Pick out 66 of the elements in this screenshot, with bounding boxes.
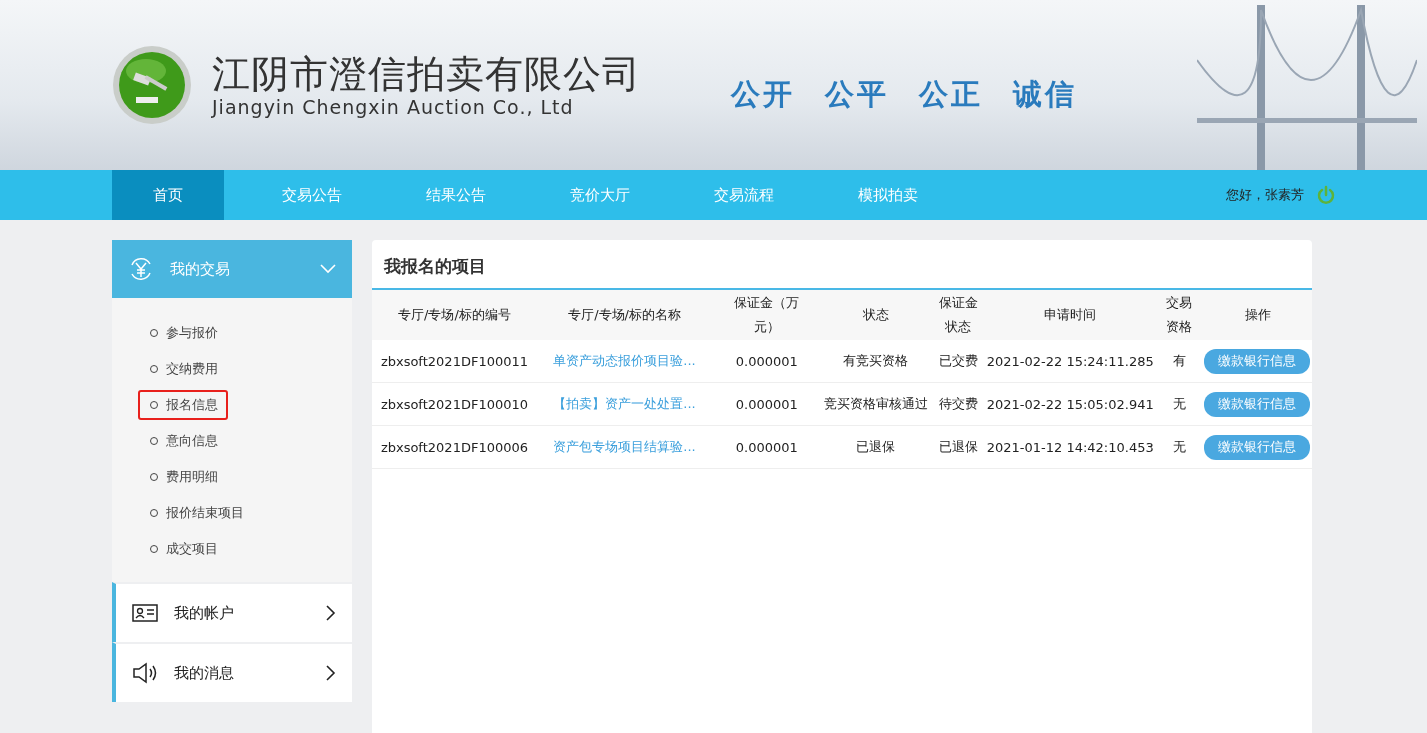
slogan-word: 公正 [919, 76, 983, 113]
chevron-right-icon [326, 665, 336, 681]
slogan-word: 公开 [731, 76, 795, 113]
sidebar-link[interactable]: 意向信息 [138, 426, 228, 456]
sidebar-section-title: 我的消息 [174, 663, 235, 683]
nav-tab[interactable]: 交易流程 [688, 170, 800, 220]
table-cell: 0.000001 [712, 382, 822, 426]
sidebar-section-title: 我的帐户 [174, 603, 235, 623]
table-cell: 已交费 [930, 340, 986, 383]
yen-icon [128, 256, 154, 282]
table-cell: 2021-02-22 15:24:11.285 [985, 340, 1155, 383]
column-header: 交易资格 [1154, 290, 1204, 340]
chevron-right-icon [326, 605, 336, 621]
table-cell: 2021-01-12 14:42:10.453 [985, 425, 1155, 469]
column-header: 申请时间 [985, 290, 1155, 340]
nav-tab[interactable]: 竞价大厅 [544, 170, 656, 220]
bank-info-button[interactable]: 缴款银行信息 [1204, 348, 1310, 374]
nav-tab[interactable]: 交易公告 [256, 170, 368, 220]
table-cell: zbxsoft2021DF100010 [372, 382, 537, 426]
table-cell: 无 [1154, 382, 1204, 426]
project-link[interactable]: 单资产动态报价项目验... [536, 340, 713, 383]
table-cell: 0.000001 [712, 425, 822, 469]
table-cell: zbxsoft2021DF100011 [372, 340, 537, 383]
nav-tab[interactable]: 首页 [112, 170, 224, 220]
column-header: 状态 [821, 290, 931, 340]
power-icon[interactable] [1316, 185, 1336, 205]
project-link[interactable]: 【拍卖】资产一处处置... [536, 382, 713, 426]
project-link[interactable]: 资产包专场项目结算验... [536, 425, 713, 469]
nav-tab[interactable]: 结果公告 [400, 170, 512, 220]
sidebar-link[interactable]: 报名信息 [138, 390, 228, 420]
column-header: 保证金（万元） [712, 290, 822, 340]
sidebar-section-header[interactable]: 我的帐户 [112, 582, 352, 642]
sidebar-link[interactable]: 参与报价 [138, 318, 228, 348]
chevron-down-icon [320, 264, 336, 274]
sidebar-link[interactable]: 交纳费用 [138, 354, 228, 384]
column-header: 专厅/专场/标的编号 [372, 290, 537, 340]
column-header: 操作 [1204, 290, 1312, 340]
bank-info-button[interactable]: 缴款银行信息 [1204, 434, 1310, 460]
id-card-icon [132, 603, 158, 623]
nav-tab[interactable]: 模拟拍卖 [832, 170, 944, 220]
bank-info-button[interactable]: 缴款银行信息 [1204, 391, 1310, 417]
column-header: 专厅/专场/标的名称 [536, 290, 713, 340]
company-name-english: Jiangyin Chengxin Auction Co., Ltd [212, 96, 575, 118]
company-name: 江阴市澄信拍卖有限公司 [212, 52, 641, 96]
slogan-word: 公平 [825, 76, 889, 113]
table-cell: 已退保 [930, 425, 986, 469]
slogan-word: 诚信 [1013, 76, 1077, 113]
table-cell: 无 [1154, 425, 1204, 469]
sidebar-section-title: 我的交易 [170, 259, 231, 279]
gavel-logo-icon [112, 45, 192, 125]
table-cell: zbxsoft2021DF100006 [372, 425, 537, 469]
sidebar-link[interactable]: 成交项目 [138, 534, 228, 564]
table-cell: 待交费 [930, 382, 986, 426]
user-greeting: 您好，张素芳 [1226, 186, 1304, 204]
sidebar-section-header[interactable]: 我的消息 [112, 642, 352, 702]
table-cell: 0.000001 [712, 340, 822, 383]
column-header: 保证金状态 [930, 290, 986, 340]
sidebar-link[interactable]: 费用明细 [138, 462, 228, 492]
table-cell: 已退保 [821, 425, 931, 469]
sidebar-section-header[interactable]: 我的交易 [112, 240, 352, 298]
table-cell: 2021-02-22 15:05:02.941 [985, 382, 1155, 426]
sidebar-link[interactable]: 报价结束项目 [138, 498, 254, 528]
table-cell: 有 [1154, 340, 1204, 383]
speaker-icon [132, 662, 158, 684]
table-cell: 竞买资格审核通过 [821, 382, 931, 426]
table-cell: 有竞买资格 [821, 340, 931, 383]
